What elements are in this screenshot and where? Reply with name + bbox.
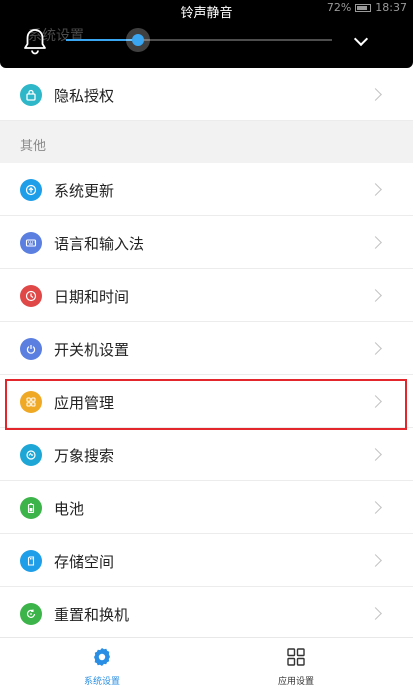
settings-item-storage[interactable]: 存储空间 <box>0 534 413 587</box>
settings-item-language-input[interactable]: 语言和输入法 <box>0 216 413 269</box>
chevron-right-icon <box>369 448 382 461</box>
battery-percent: 72% <box>326 1 352 14</box>
settings-item-label: 开关机设置 <box>54 341 130 359</box>
settings-item-label: 日期和时间 <box>54 288 130 306</box>
sd-card-icon <box>20 550 42 572</box>
settings-item-label: 存储空间 <box>54 553 115 571</box>
chevron-right-icon <box>369 554 382 567</box>
chevron-right-icon <box>369 183 382 196</box>
volume-panel: 系统设置 铃声静音 72% 18:37 <box>0 0 413 68</box>
settings-item-label: 万象搜索 <box>54 447 115 465</box>
power-icon <box>20 338 42 360</box>
lock-icon <box>20 84 42 106</box>
search-icon <box>20 444 42 466</box>
clock: 18:37 <box>375 1 407 14</box>
settings-item-label: 语言和输入法 <box>54 235 145 253</box>
chevron-right-icon <box>369 88 382 101</box>
settings-item-label: 隐私授权 <box>54 87 115 105</box>
reset-icon <box>20 603 42 625</box>
battery-status-icon <box>355 3 372 12</box>
settings-item-system-update[interactable]: 系统更新 <box>0 163 413 216</box>
chevron-right-icon <box>369 236 382 249</box>
keyboard-icon <box>20 232 42 254</box>
settings-item-app-management[interactable]: 应用管理 <box>0 375 413 428</box>
bell-icon[interactable] <box>22 27 48 55</box>
settings-item-label: 应用管理 <box>54 394 115 412</box>
update-icon <box>20 179 42 201</box>
settings-item-search[interactable]: 万象搜索 <box>0 428 413 481</box>
chevron-right-icon <box>369 501 382 514</box>
settings-item-battery[interactable]: 电池 <box>0 481 413 534</box>
chevron-down-icon[interactable] <box>353 31 369 47</box>
settings-item-label: 重置和换机 <box>54 606 130 624</box>
apps-grid-icon <box>287 648 305 666</box>
tab-label: 系统设置 <box>83 677 120 687</box>
settings-list: 隐私授权 其他 系统更新 语言和输入法 日期和时间 开关机设置 应用管理 万象搜… <box>0 68 413 640</box>
chevron-right-icon <box>369 395 382 408</box>
chevron-right-icon <box>369 607 382 620</box>
apps-grid-icon <box>20 391 42 413</box>
settings-item-label: 系统更新 <box>54 182 115 200</box>
volume-slider-handle[interactable] <box>125 28 150 52</box>
chevron-right-icon <box>369 342 382 355</box>
status-indicators: 72% 18:37 <box>327 1 407 14</box>
gear-icon <box>94 648 110 666</box>
settings-item-reset[interactable]: 重置和换机 <box>0 587 413 640</box>
settings-item-privacy[interactable]: 隐私授权 <box>0 68 413 121</box>
section-header-label: 其他 <box>20 139 47 154</box>
bottom-nav: 系统设置 应用设置 <box>0 637 413 691</box>
clock-icon <box>20 285 42 307</box>
settings-item-power-schedule[interactable]: 开关机设置 <box>0 322 413 375</box>
battery-icon <box>20 497 42 519</box>
settings-item-date-time[interactable]: 日期和时间 <box>0 269 413 322</box>
settings-item-label: 电池 <box>54 500 85 518</box>
chevron-right-icon <box>369 289 382 302</box>
volume-slider[interactable] <box>66 28 332 52</box>
tab-label: 应用设置 <box>277 677 314 687</box>
section-header-other: 其他 <box>0 121 413 163</box>
